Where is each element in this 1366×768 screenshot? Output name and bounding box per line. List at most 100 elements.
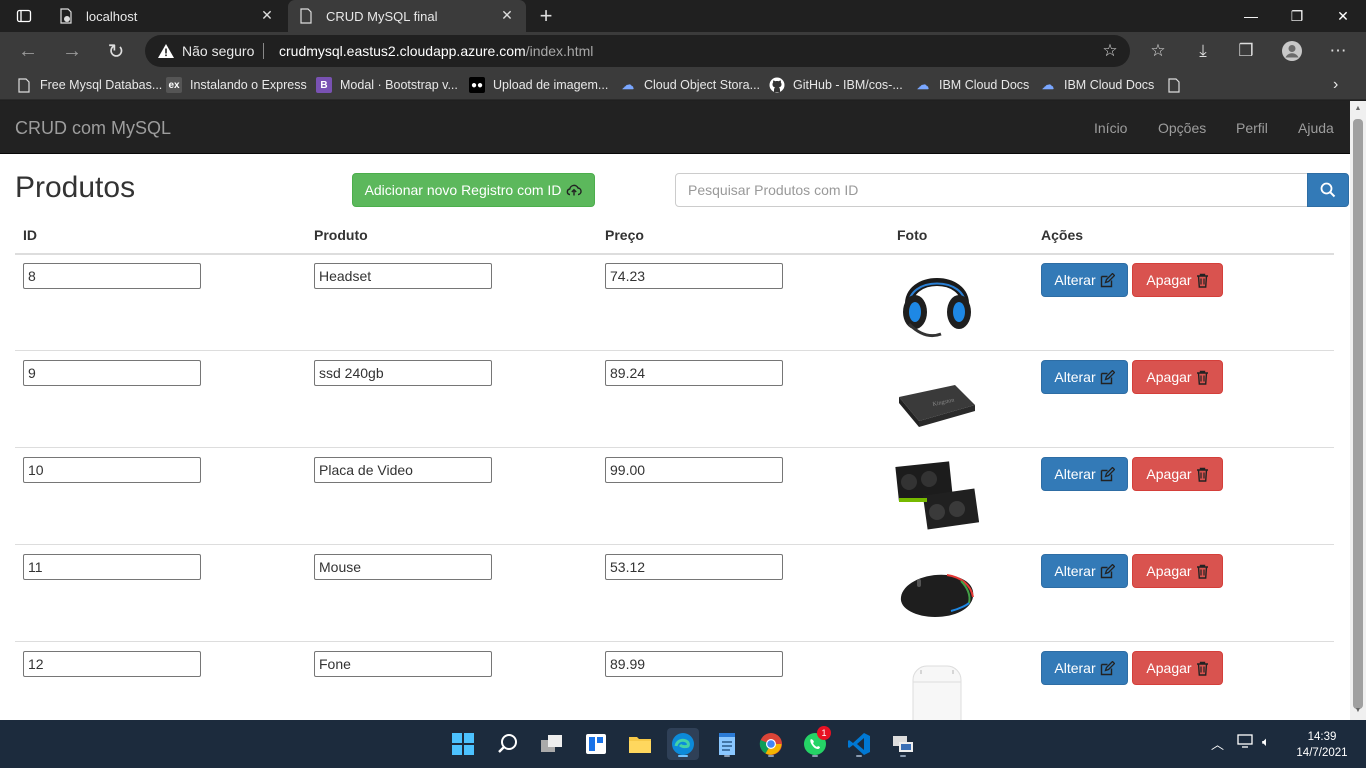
- url-divider: [263, 43, 264, 59]
- favorite-item[interactable]: [1166, 76, 1190, 94]
- nav-link-ajuda[interactable]: Ajuda: [1298, 120, 1334, 136]
- earbuds-photo: [912, 665, 962, 720]
- navbar-brand[interactable]: CRUD com MySQL: [15, 118, 171, 139]
- windows-start-icon[interactable]: [447, 728, 479, 760]
- favorite-item[interactable]: ☁ IBM Cloud Docs: [915, 76, 1029, 94]
- ssd-photo: Kingston: [899, 385, 975, 427]
- favorite-label: Modal · Bootstrap v...: [340, 78, 458, 92]
- system-clock[interactable]: 14:39 14/7/2021: [1290, 729, 1354, 761]
- favorite-item[interactable]: ●● Upload de imagem...: [469, 76, 608, 94]
- id-field[interactable]: [23, 360, 201, 386]
- tab-title: CRUD MySQL final: [326, 8, 438, 24]
- preco-field[interactable]: [605, 263, 783, 289]
- nav-link-inicio[interactable]: Início: [1094, 120, 1127, 136]
- cloud-upload-icon: [567, 184, 583, 196]
- search-button[interactable]: [1307, 173, 1349, 207]
- add-record-button[interactable]: Adicionar novo Registro com ID: [352, 173, 595, 207]
- search-input[interactable]: [675, 173, 1308, 207]
- back-icon[interactable]: ←: [12, 38, 44, 64]
- favorite-label: Free Mysql Databas...: [40, 78, 163, 92]
- edit-button[interactable]: Alterar: [1041, 360, 1128, 394]
- favorite-item[interactable]: B Modal · Bootstrap v...: [316, 76, 458, 94]
- edit-button[interactable]: Alterar: [1041, 263, 1128, 297]
- page-scrollbar[interactable]: ▲ ▼: [1350, 101, 1366, 720]
- url-text[interactable]: crudmysql.eastus2.cloudapp.azure.com/ind…: [279, 43, 593, 59]
- favorite-item[interactable]: ☁ IBM Cloud Docs: [1040, 76, 1154, 94]
- search-icon[interactable]: [492, 728, 524, 760]
- vscode-icon[interactable]: [843, 728, 875, 760]
- volume-icon[interactable]: 🔈︎: [1262, 734, 1270, 750]
- network-app-icon[interactable]: [887, 728, 919, 760]
- scrollbar-thumb[interactable]: [1353, 119, 1363, 709]
- edit-button[interactable]: Alterar: [1041, 651, 1128, 685]
- id-field[interactable]: [23, 457, 201, 483]
- chrome-icon[interactable]: [755, 728, 787, 760]
- column-header-acoes: Ações: [1041, 227, 1084, 243]
- delete-button-label: Apagar: [1146, 272, 1192, 288]
- refresh-icon[interactable]: ↻: [100, 38, 132, 64]
- favorite-item[interactable]: ex Instalando o Express: [166, 76, 307, 94]
- network-icon[interactable]: [1237, 734, 1253, 751]
- security-label[interactable]: Não seguro: [182, 43, 254, 59]
- close-tab-icon[interactable]: ✕: [498, 7, 516, 24]
- edge-browser-icon[interactable]: [667, 728, 699, 760]
- produto-field[interactable]: [314, 457, 492, 483]
- edit-button[interactable]: Alterar: [1041, 457, 1128, 491]
- task-view-icon[interactable]: [536, 728, 568, 760]
- trash-icon: [1196, 564, 1208, 579]
- tab-localhost[interactable]: localhost ✕: [48, 0, 286, 32]
- produto-field[interactable]: [314, 360, 492, 386]
- search-icon: [1320, 182, 1336, 198]
- preco-field[interactable]: [605, 651, 783, 677]
- active-indicator: [678, 755, 688, 757]
- edit-button-label: Alterar: [1054, 466, 1096, 482]
- close-window-icon[interactable]: ✕: [1320, 0, 1366, 32]
- chevron-right-icon[interactable]: ›: [1333, 76, 1338, 94]
- delete-button[interactable]: Apagar: [1132, 651, 1223, 685]
- delete-button[interactable]: Apagar: [1132, 554, 1223, 588]
- delete-button[interactable]: Apagar: [1132, 360, 1223, 394]
- downloads-icon[interactable]: ⤓: [1190, 39, 1216, 63]
- id-field[interactable]: [23, 554, 201, 580]
- preco-field[interactable]: [605, 554, 783, 580]
- bootstrap-icon: B: [316, 77, 332, 93]
- delete-button-label: Apagar: [1146, 563, 1192, 579]
- notepad-icon[interactable]: [711, 728, 743, 760]
- restore-icon[interactable]: ❐: [1274, 0, 1320, 32]
- new-tab-icon[interactable]: +: [533, 3, 559, 29]
- whatsapp-icon[interactable]: 1: [799, 726, 831, 760]
- id-field[interactable]: [23, 651, 201, 677]
- favorite-item[interactable]: ☁ Cloud Object Stora...: [620, 76, 760, 94]
- produto-field[interactable]: [314, 263, 492, 289]
- ibm-cloud-icon: ☁: [1042, 78, 1054, 92]
- preco-field[interactable]: [605, 360, 783, 386]
- delete-button-label: Apagar: [1146, 369, 1192, 385]
- produto-field[interactable]: [314, 554, 492, 580]
- scroll-up-arrow-icon[interactable]: ▲: [1353, 105, 1363, 115]
- file-explorer-icon[interactable]: [624, 728, 656, 760]
- forward-icon[interactable]: →: [56, 38, 88, 64]
- nav-link-perfil[interactable]: Perfil: [1236, 120, 1268, 136]
- minimize-icon[interactable]: —: [1228, 0, 1274, 32]
- add-favorite-icon[interactable]: ☆: [1097, 39, 1123, 63]
- preco-field[interactable]: [605, 457, 783, 483]
- chevron-up-icon[interactable]: ︿: [1211, 734, 1224, 753]
- produto-field[interactable]: [314, 651, 492, 677]
- close-tab-icon[interactable]: ✕: [258, 7, 276, 24]
- id-field[interactable]: [23, 263, 201, 289]
- favorites-icon[interactable]: ☆: [1145, 39, 1171, 63]
- nav-link-opcoes[interactable]: Opções: [1158, 120, 1206, 136]
- delete-button[interactable]: Apagar: [1132, 457, 1223, 491]
- favorite-item[interactable]: GitHub - IBM/cos-...: [769, 76, 903, 94]
- edit-button[interactable]: Alterar: [1041, 554, 1128, 588]
- more-menu-icon[interactable]: ⋯: [1325, 39, 1351, 63]
- profile-avatar-icon[interactable]: [1279, 39, 1305, 63]
- delete-button[interactable]: Apagar: [1132, 263, 1223, 297]
- collections-icon[interactable]: ❒: [1233, 39, 1259, 63]
- url-bar[interactable]: Não seguro crudmysql.eastus2.cloudapp.az…: [145, 35, 1130, 67]
- tab-actions-icon[interactable]: [0, 0, 48, 32]
- tab-crud-mysql[interactable]: CRUD MySQL final ✕: [288, 0, 526, 32]
- scroll-down-arrow-icon[interactable]: ▼: [1353, 707, 1363, 717]
- widgets-icon[interactable]: [580, 728, 612, 760]
- favorite-item[interactable]: Free Mysql Databas...: [16, 76, 162, 94]
